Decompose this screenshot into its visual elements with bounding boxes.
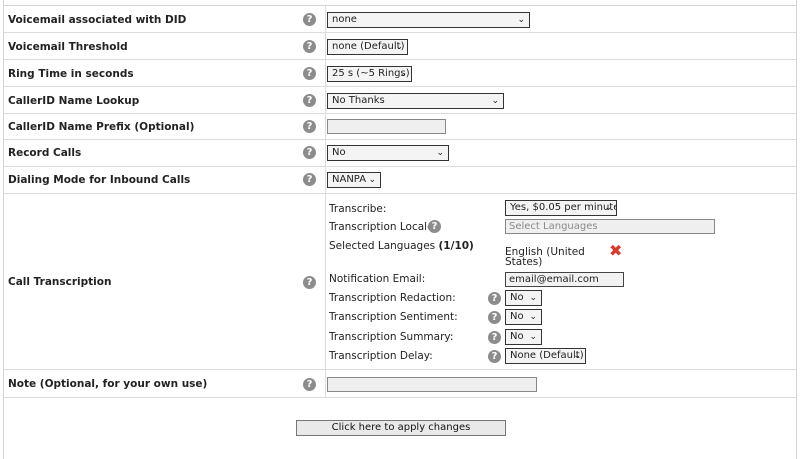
help-icon[interactable]: ? (303, 13, 316, 26)
transcribe-value: Yes, $0.05 per minute (510, 202, 617, 213)
column-divider (325, 194, 326, 369)
help-icon[interactable]: ? (428, 220, 441, 233)
row-voicemail-threshold: Voicemail Threshold ? none (Default) ⌄ (4, 33, 796, 60)
chevron-down-icon: ⌄ (573, 351, 581, 361)
help-icon[interactable]: ? (303, 173, 316, 186)
ring-time-label: Ring Time in seconds (8, 68, 134, 80)
voicemail-threshold-value: none (Default) (332, 41, 405, 52)
dialing-mode-select[interactable]: NANPA ⌄ (327, 172, 381, 188)
redaction-value: No (510, 292, 524, 303)
transcribe-select[interactable]: Yes, $0.05 per minute ⌄ (505, 200, 617, 216)
note-input[interactable] (327, 377, 537, 392)
notification-email-label: Notification Email: (329, 273, 426, 285)
selected-language-region: States) (505, 256, 543, 268)
help-icon[interactable]: ? (303, 67, 316, 80)
locale-label: Transcription Locale: (329, 221, 438, 233)
column-divider (325, 6, 326, 32)
selected-languages-label: Selected Languages (1/10) (329, 240, 474, 252)
chevron-down-icon: ⌄ (368, 175, 376, 185)
apply-changes-button[interactable]: Click here to apply changes (296, 420, 506, 436)
chevron-down-icon: ⌄ (529, 332, 537, 342)
chevron-down-icon: ⌄ (529, 293, 537, 303)
voicemail-did-label: Voicemail associated with DID (8, 14, 187, 26)
chevron-down-icon: ⌄ (604, 203, 612, 213)
callerid-prefix-label: CallerID Name Prefix (Optional) (8, 121, 195, 133)
summary-label: Transcription Summary: (329, 331, 454, 343)
voicemail-did-select[interactable]: none ⌄ (327, 12, 530, 28)
column-divider (325, 33, 326, 59)
row-ring-time: Ring Time in seconds ? 25 s (~5 Rings) ⌄ (4, 60, 796, 87)
summary-value: No (510, 331, 524, 342)
redaction-select[interactable]: No ⌄ (505, 290, 542, 306)
selected-languages-count: (1/10) (438, 240, 474, 252)
help-icon[interactable]: ? (303, 378, 316, 391)
selected-language-item: English (United States) (505, 247, 585, 268)
help-icon[interactable]: ? (303, 120, 316, 133)
help-icon[interactable]: ? (303, 94, 316, 107)
row-call-transcription: Call Transcription ? Transcribe: Yes, $0… (4, 194, 796, 370)
column-divider (325, 167, 326, 193)
notification-email-input[interactable]: email@email.com (505, 272, 624, 287)
selected-languages-text: Selected Languages (329, 240, 436, 252)
row-callerid-lookup: CallerID Name Lookup ? No Thanks ⌄ (4, 87, 796, 114)
column-divider (325, 60, 326, 86)
delay-select[interactable]: None (Default) ⌄ (505, 348, 586, 364)
chevron-down-icon: ⌄ (395, 42, 403, 52)
callerid-lookup-select[interactable]: No Thanks ⌄ (327, 93, 504, 109)
dialing-mode-label: Dialing Mode for Inbound Calls (8, 174, 191, 186)
note-label: Note (Optional, for your own use) (8, 378, 208, 390)
help-icon[interactable]: ? (303, 40, 316, 53)
ring-time-select[interactable]: 25 s (~5 Rings) ⌄ (327, 66, 412, 82)
column-divider (325, 114, 326, 139)
record-calls-select[interactable]: No ⌄ (327, 145, 449, 161)
help-icon[interactable]: ? (488, 311, 501, 324)
help-icon[interactable]: ? (488, 350, 501, 363)
summary-select[interactable]: No ⌄ (505, 329, 542, 345)
chevron-down-icon: ⌄ (529, 312, 537, 322)
locale-input[interactable]: Select Languages (505, 219, 715, 234)
row-dialing-mode: Dialing Mode for Inbound Calls ? NANPA ⌄ (4, 167, 796, 194)
sentiment-label: Transcription Sentiment: (329, 311, 458, 323)
chevron-down-icon: ⌄ (517, 15, 525, 25)
row-callerid-prefix: CallerID Name Prefix (Optional) ? (4, 114, 796, 140)
callerid-lookup-label: CallerID Name Lookup (8, 95, 140, 107)
sentiment-select[interactable]: No ⌄ (505, 309, 542, 325)
callerid-prefix-input[interactable] (327, 119, 446, 134)
column-divider (325, 87, 326, 113)
voicemail-threshold-select[interactable]: none (Default) ⌄ (327, 39, 408, 55)
ring-time-value: 25 s (~5 Rings) (332, 68, 410, 79)
callerid-lookup-value: No Thanks (332, 95, 385, 106)
dialing-mode-value: NANPA (332, 174, 367, 185)
remove-icon[interactable]: ✖ (609, 243, 622, 259)
help-icon[interactable]: ? (488, 331, 501, 344)
sentiment-value: No (510, 311, 524, 322)
row-voicemail-did: Voicemail associated with DID ? none ⌄ (4, 6, 796, 33)
call-transcription-label: Call Transcription (8, 276, 112, 288)
column-divider (325, 370, 326, 397)
help-icon[interactable]: ? (303, 276, 316, 289)
voicemail-threshold-label: Voicemail Threshold (8, 41, 128, 53)
record-calls-value: No (332, 147, 346, 158)
chevron-down-icon: ⌄ (436, 148, 444, 158)
help-icon[interactable]: ? (488, 292, 501, 305)
help-icon[interactable]: ? (303, 146, 316, 159)
row-note: Note (Optional, for your own use) ? (4, 370, 796, 398)
voicemail-did-value: none (332, 14, 357, 25)
row-record-calls: Record Calls ? No ⌄ (4, 140, 796, 167)
record-calls-label: Record Calls (8, 147, 82, 159)
delay-label: Transcription Delay: (329, 350, 433, 362)
redaction-label: Transcription Redaction: (329, 292, 456, 304)
chevron-down-icon: ⌄ (399, 69, 407, 79)
transcribe-label: Transcribe: (329, 203, 387, 215)
column-divider (325, 140, 326, 166)
chevron-down-icon: ⌄ (491, 96, 499, 106)
